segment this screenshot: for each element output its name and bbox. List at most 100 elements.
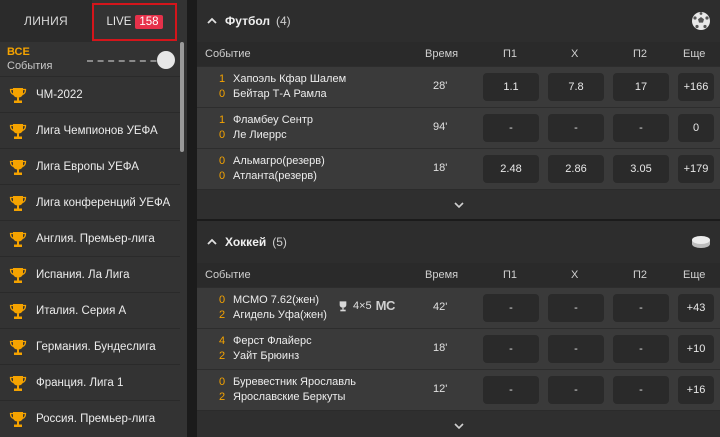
hockey-expand[interactable] [197, 410, 720, 437]
col-more: Еще [683, 48, 706, 60]
trophy-icon [339, 300, 347, 311]
sidebar-item-label: ЧМ-2022 [36, 88, 83, 101]
odd-x-button[interactable]: 2.86 [548, 155, 604, 183]
tab-live-label: LIVE [106, 16, 132, 28]
team2-name[interactable]: Бейтар Т-А Рамла [233, 88, 327, 100]
league-list: ЧМ-2022 Лига Чемпионов УЕФА Лига Европы УЕ… [0, 76, 180, 436]
col-event: Событие [205, 269, 251, 281]
sidebar-item-label: Лига Европы УЕФА [36, 160, 139, 173]
chevron-up-icon [207, 238, 217, 245]
odd-x-button[interactable]: - [548, 114, 604, 142]
team2-name[interactable]: Агидель Уфа(жен) [233, 309, 327, 321]
trophy-icon [9, 87, 27, 103]
sidebar-item-league[interactable]: ЧМ-2022 [0, 76, 180, 112]
sidebar-item-league[interactable]: Германия. Бундеслига [0, 328, 180, 364]
tournament-logo: MC [375, 298, 396, 313]
odd-p1-button[interactable]: 1.1 [483, 73, 539, 101]
match-row[interactable]: 0 Буревестник Ярославль 2 Ярославские Берку… [197, 369, 720, 410]
more-markets-button[interactable]: +166 [678, 73, 714, 101]
chevron-down-icon [453, 422, 464, 429]
odd-p2-button[interactable]: 17 [613, 73, 669, 101]
col-p2: П2 [633, 269, 648, 281]
football-section: Футбол (4) Событие Время П1 Х П2 Еще 1 Ха… [197, 0, 720, 219]
trophy-icon [9, 267, 27, 283]
football-count: (4) [276, 14, 291, 28]
filter-all-label[interactable]: ВСЕ [7, 46, 30, 58]
trophy-icon [9, 231, 27, 247]
more-markets-button[interactable]: +43 [678, 294, 714, 322]
sidebar-item-league[interactable]: Россия. Премьер-лига [0, 400, 180, 436]
odd-p1-button[interactable]: 2.48 [483, 155, 539, 183]
team1-score: 4 [218, 335, 226, 347]
sidebar-item-label: Лига Чемпионов УЕФА [36, 124, 158, 137]
col-x: Х [571, 48, 579, 60]
sidebar-item-league[interactable]: Франция. Лига 1 [0, 364, 180, 400]
team1-name[interactable]: Ферст Флайерс [233, 335, 312, 347]
match-row[interactable]: 0 Альмагро(резерв) 0 Атланта(резерв) 18' 2.48… [197, 148, 720, 189]
sidebar-item-label: Италия. Серия А [36, 304, 127, 317]
tournament-format: 4×5 [353, 299, 372, 312]
team1-name[interactable]: Буревестник Ярославль [233, 376, 356, 388]
team1-name[interactable]: Хапоэль Кфар Шалем [233, 73, 346, 85]
team1-name[interactable]: Фламбеу Сентр [233, 114, 313, 126]
match-time: 42' [433, 301, 448, 313]
odd-p1-button[interactable]: - [483, 294, 539, 322]
odd-x-button[interactable]: 7.8 [548, 73, 604, 101]
odd-x-button[interactable]: - [548, 335, 604, 363]
chevron-up-icon [207, 17, 217, 24]
sidebar: ЛИНИЯ LIVE 158 ВСЕ События ЧМ-2022 Лига Ч… [0, 0, 187, 437]
team1-name[interactable]: Альмагро(резерв) [233, 155, 325, 167]
odd-p2-button[interactable]: - [613, 376, 669, 404]
col-p1: П1 [503, 48, 518, 60]
match-row[interactable]: 1 Хапоэль Кфар Шалем 0 Бейтар Т-А Рамла 28' 1… [197, 66, 720, 107]
sidebar-item-league[interactable]: Лига конференций УЕФА [0, 184, 180, 220]
more-markets-button[interactable]: +179 [678, 155, 714, 183]
team2-score: 0 [218, 170, 226, 182]
more-markets-button[interactable]: 0 [678, 114, 714, 142]
match-time: 18' [433, 162, 448, 174]
team2-name[interactable]: Ярославские Беркуты [233, 391, 345, 403]
team2-name[interactable]: Ле Лиеррс [233, 129, 287, 141]
sidebar-item-label: Испания. Ла Лига [36, 268, 130, 281]
trophy-icon [9, 123, 27, 139]
tab-live[interactable]: LIVE 158 [92, 3, 177, 41]
team2-name[interactable]: Атланта(резерв) [233, 170, 317, 182]
odd-p2-button[interactable]: - [613, 335, 669, 363]
match-row[interactable]: 0 МСМО 7.62(жен) 2 Агидель Уфа(жен) 42' - - - +4… [197, 287, 720, 328]
trophy-icon [9, 339, 27, 355]
sidebar-item-league[interactable]: Лига Европы УЕФА [0, 148, 180, 184]
odd-p2-button[interactable]: - [613, 114, 669, 142]
odd-x-button[interactable]: - [548, 294, 604, 322]
col-time: Время [425, 48, 459, 60]
match-row[interactable]: 4 Ферст Флайерс 2 Уайт Брюинз 18' - - - +10 [197, 328, 720, 369]
odd-x-button[interactable]: - [548, 376, 604, 404]
football-expand[interactable] [197, 189, 720, 219]
match-row[interactable]: 1 Фламбеу Сентр 0 Ле Лиеррс 94' - - -0 [197, 107, 720, 148]
filter-slider-knob[interactable] [157, 51, 175, 69]
sidebar-scrollbar[interactable] [180, 42, 184, 152]
hockey-header[interactable]: Хоккей (5) [197, 221, 720, 263]
sidebar-item-league[interactable]: Лига Чемпионов УЕФА [0, 112, 180, 148]
filter-slider-track[interactable] [87, 60, 167, 62]
hockey-title: Хоккей [225, 235, 267, 249]
team1-name[interactable]: МСМО 7.62(жен) [233, 294, 319, 306]
sidebar-item-label: Англия. Премьер-лига [36, 232, 155, 245]
football-title: Футбол [225, 14, 271, 28]
odd-p2-button[interactable]: 3.05 [613, 155, 669, 183]
soccer-ball-icon [692, 12, 710, 30]
football-header[interactable]: Футбол (4) [197, 0, 720, 42]
odd-p2-button[interactable]: - [613, 294, 669, 322]
filter-events-label: События [7, 60, 53, 72]
odd-p1-button[interactable]: - [483, 335, 539, 363]
sidebar-item-league[interactable]: Испания. Ла Лига [0, 256, 180, 292]
sidebar-item-league[interactable]: Италия. Серия А [0, 292, 180, 328]
more-markets-button[interactable]: +10 [678, 335, 714, 363]
hockey-rows: 0 МСМО 7.62(жен) 2 Агидель Уфа(жен) 42' - - - +4… [197, 287, 720, 410]
odd-p1-button[interactable]: - [483, 114, 539, 142]
event-filter: ВСЕ События [0, 42, 187, 76]
tab-line[interactable]: ЛИНИЯ [0, 0, 92, 42]
more-markets-button[interactable]: +16 [678, 376, 714, 404]
sidebar-item-league[interactable]: Англия. Премьер-лига [0, 220, 180, 256]
team2-name[interactable]: Уайт Брюинз [233, 350, 299, 362]
odd-p1-button[interactable]: - [483, 376, 539, 404]
